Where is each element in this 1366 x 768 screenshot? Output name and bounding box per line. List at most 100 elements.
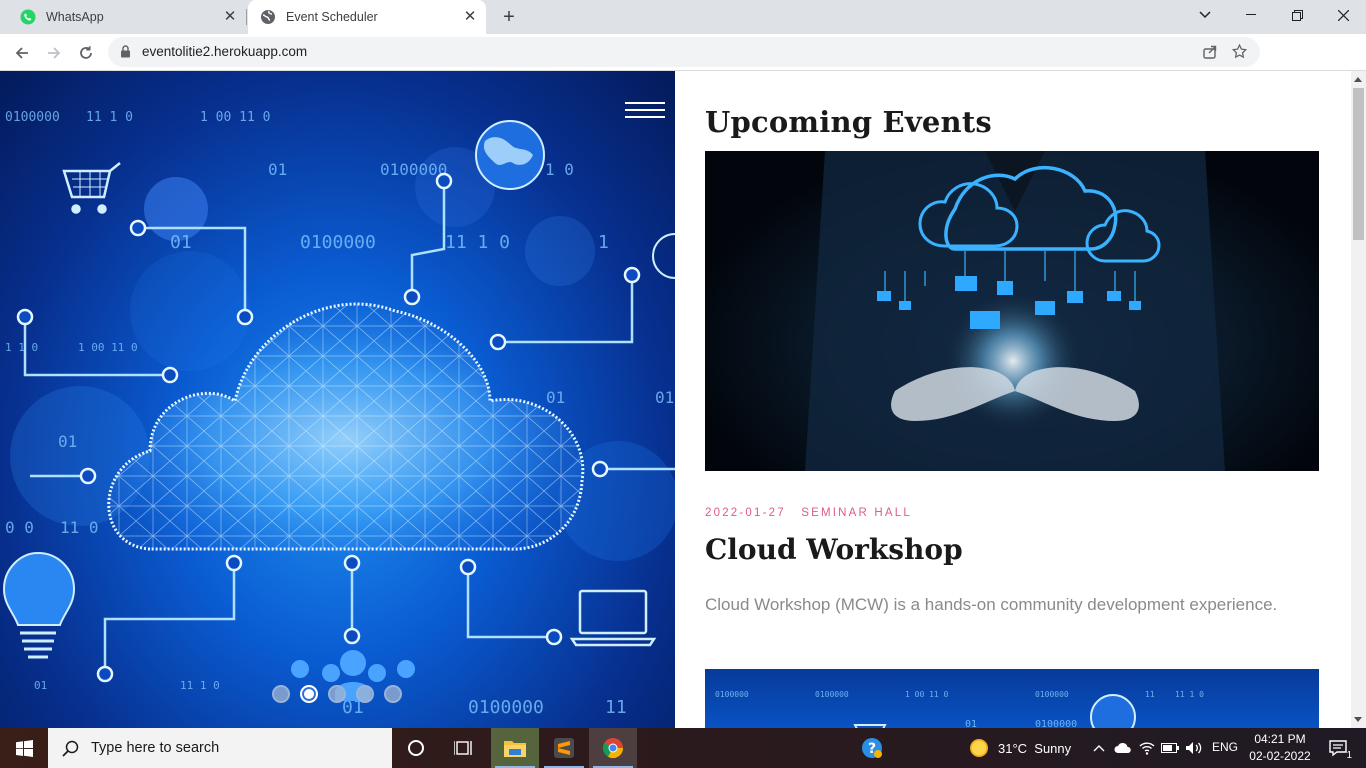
svg-text:0100000: 0100000 [815,690,849,699]
tab-whatsapp[interactable]: WhatsApp ✕ [8,0,246,34]
lightbulb-graphic [2,551,76,659]
svg-text:0100000: 0100000 [715,690,749,699]
reload-button[interactable] [72,39,100,67]
address-bar[interactable]: eventolitie2.herokuapp.com [108,37,1260,67]
hero-slider: 0100000 11 1 01 00 11 0 01 0100000 1 0 01 01… [0,71,675,728]
hamburger-menu-icon[interactable] [625,102,665,118]
svg-text:01: 01 [655,388,674,407]
svg-text:01: 01 [170,232,192,253]
events-panel: Upcoming Events 2022-01-27 SEMINAR HALL … [675,71,1351,728]
tab-close-icon[interactable]: ✕ [222,9,238,25]
event-description: Cloud Workshop (MCW) is a hands-on commu… [705,595,1278,614]
svg-text:11 1 0: 11 1 0 [86,110,133,125]
chrome-button[interactable] [589,728,637,768]
cloud-hands-illustration [805,151,1225,471]
task-view-button[interactable] [440,728,488,768]
windows-taskbar: Type here to search ? 31°C Sunny ENG 04:… [0,728,1366,768]
clock[interactable]: 04:21 PM 02-02-2022 [1240,731,1320,765]
url-text[interactable]: eventolitie2.herokuapp.com [142,44,307,59]
svg-text:01: 01 [268,160,287,179]
svg-text:0100000: 0100000 [468,697,544,718]
event-date: 2022-01-27 [705,507,786,519]
globe-icon [260,9,276,25]
page-viewport: 0100000 11 1 01 00 11 0 01 0100000 1 0 01 01… [0,71,1366,728]
scroll-up-icon[interactable] [1354,77,1362,82]
minimize-button[interactable] [1228,0,1274,30]
page-scrollbar[interactable] [1351,71,1366,728]
close-window-button[interactable] [1320,0,1366,30]
tab-search-icon[interactable] [1182,0,1228,30]
windows-logo-icon [15,739,33,757]
slider-dot-2[interactable] [300,685,318,703]
file-explorer-button[interactable] [491,728,539,768]
weather-widget[interactable]: 31°C Sunny [956,728,1106,768]
new-tab-button[interactable]: + [498,7,520,29]
event-venue: SEMINAR HALL [801,507,912,519]
slider-dot-5[interactable] [384,685,402,703]
cloud-network-illustration: 0100000 11 1 01 00 11 0 01 0100000 1 0 01 01… [2,110,675,718]
sun-icon [970,739,988,757]
whatsapp-icon [20,9,36,25]
svg-text:01: 01 [546,388,565,407]
cart-icon [62,162,121,214]
cortana-button[interactable] [392,728,440,768]
svg-text:1 1 0: 1 1 0 [5,341,38,354]
svg-text:0 0: 0 0 [5,518,34,537]
search-placeholder: Type here to search [91,740,220,756]
scroll-down-icon[interactable] [1354,717,1362,722]
notifications-button[interactable]: 1 [1318,728,1358,768]
bookmark-star-icon[interactable] [1231,43,1248,65]
wifi-icon[interactable] [1136,728,1158,768]
event-title[interactable]: Cloud Workshop [705,533,963,566]
slider-dot-4[interactable] [356,685,374,703]
restore-button[interactable] [1274,0,1320,30]
svg-text:0100000: 0100000 [380,160,447,179]
svg-text:0100000: 0100000 [1035,690,1069,699]
cortana-circle-icon [408,740,424,756]
onedrive-cloud-icon[interactable] [1110,728,1136,768]
sublime-text-icon [554,738,574,758]
language-indicator[interactable]: ENG [1212,740,1238,754]
tab-close-icon[interactable]: ✕ [462,9,478,25]
svg-text:11 0: 11 0 [60,518,99,537]
taskbar-search-box[interactable]: Type here to search [48,728,392,768]
notification-count: 1 [1346,750,1352,761]
start-button[interactable] [0,728,48,768]
forward-button[interactable] [40,39,68,67]
volume-icon[interactable] [1182,728,1206,768]
clock-time: 04:21 PM [1254,732,1306,746]
slider-pagination [272,685,402,703]
browser-tab-strip: WhatsApp ✕ Event Scheduler ✕ + [0,0,1366,34]
svg-text:11 1 0: 11 1 0 [180,679,220,692]
slider-dot-3[interactable] [328,685,346,703]
svg-text:01: 01 [58,432,77,451]
battery-icon[interactable] [1158,728,1182,768]
tab-title: WhatsApp [46,10,104,24]
svg-text:11 1 0: 11 1 0 [1175,690,1204,699]
svg-text:1 00 11 0: 1 00 11 0 [905,690,949,699]
share-icon[interactable] [1202,44,1218,65]
notification-icon [1329,740,1347,757]
svg-text:1 00 11 0: 1 00 11 0 [200,110,270,125]
svg-text:0100000: 0100000 [5,110,60,125]
svg-text:01: 01 [34,679,47,692]
task-view-icon [454,741,472,755]
svg-text:01: 01 [965,719,977,728]
slider-dot-1[interactable] [272,685,290,703]
globe-graphic [475,120,545,190]
scrollbar-thumb[interactable] [1353,88,1364,240]
help-tray-button[interactable]: ? [848,728,896,768]
back-button[interactable] [8,39,36,67]
svg-text:1 00 11 0: 1 00 11 0 [78,341,138,354]
clock-date: 02-02-2022 [1249,749,1311,763]
laptop-graphic [569,589,657,647]
show-hidden-icons-chevron-icon[interactable] [1088,728,1110,768]
tab-event-scheduler[interactable]: Event Scheduler ✕ [248,0,486,34]
lock-icon[interactable] [120,45,131,63]
event-image[interactable] [705,151,1319,471]
help-icon: ? [862,738,882,758]
chrome-icon [602,738,624,759]
sublime-text-button[interactable] [540,728,588,768]
next-event-image[interactable]: 0100000 0100000 1 00 11 0 0100000 11 11 1 0 … [705,669,1319,728]
svg-text:0100000: 0100000 [1035,719,1077,728]
